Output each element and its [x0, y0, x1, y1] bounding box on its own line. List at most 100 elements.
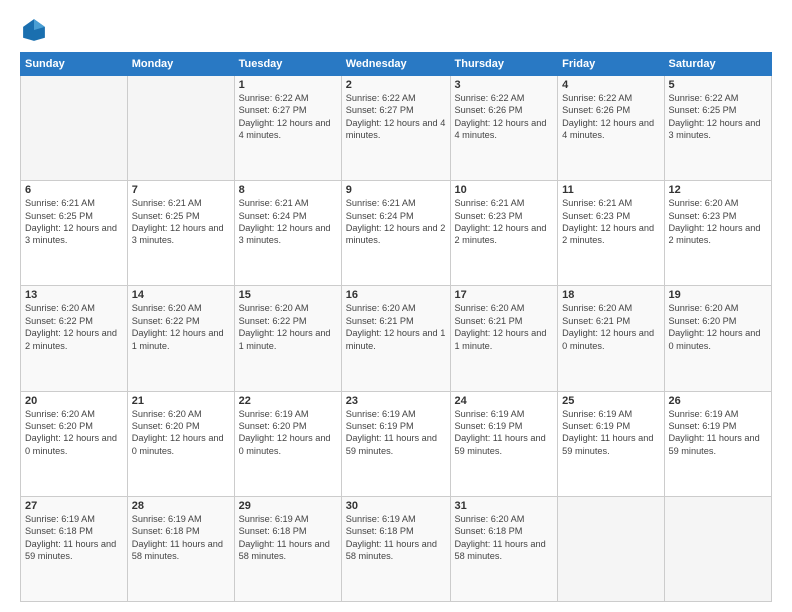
day-cell: 1Sunrise: 6:22 AM Sunset: 6:27 PM Daylig… [234, 76, 341, 181]
day-cell: 30Sunrise: 6:19 AM Sunset: 6:18 PM Dayli… [341, 496, 450, 601]
day-number: 2 [346, 79, 446, 91]
week-row-5: 27 Sunrise: 6:19 AM Sunset: 6:18 PM Dayli… [21, 496, 772, 601]
day-info: Sunrise: 6:21 AM Sunset: 6:24 PM Dayligh… [346, 197, 446, 247]
day-cell: 12Sunrise: 6:20 AM Sunset: 6:23 PM Dayli… [664, 181, 772, 286]
day-info: Sunrise: 6:21 AM Sunset: 6:25 PM Dayligh… [132, 197, 230, 247]
day-info: Sunrise: 6:20 AM Sunset: 6:23 PM Dayligh… [669, 197, 768, 247]
day-number: 12 [669, 184, 768, 196]
day-number: 8 [239, 184, 337, 196]
day-info: Sunrise: 6:22 AM Sunset: 6:25 PM Dayligh… [669, 92, 768, 142]
day-cell: 28Sunrise: 6:19 AM Sunset: 6:18 PM Dayli… [127, 496, 234, 601]
day-number: 5 [669, 79, 768, 91]
page: SundayMondayTuesdayWednesdayThursdayFrid… [0, 0, 792, 612]
day-info: Sunrise: 6:19 AM Sunset: 6:19 PM Dayligh… [669, 408, 768, 458]
day-info: Sunrise: 6:21 AM Sunset: 6:23 PM Dayligh… [455, 197, 554, 247]
day-cell: 23Sunrise: 6:19 AM Sunset: 6:19 PM Dayli… [341, 391, 450, 496]
day-info: Sunrise: 6:20 AM Sunset: 6:22 PM Dayligh… [132, 302, 230, 352]
day-number: 15 [239, 289, 337, 301]
weekday-friday: Friday [558, 53, 664, 76]
day-info: Sunrise: 6:20 AM Sunset: 6:21 PM Dayligh… [562, 302, 659, 352]
day-cell: 2Sunrise: 6:22 AM Sunset: 6:27 PM Daylig… [341, 76, 450, 181]
day-info: Sunrise: 6:20 AM Sunset: 6:22 PM Dayligh… [239, 302, 337, 352]
day-info: Sunrise: 6:21 AM Sunset: 6:23 PM Dayligh… [562, 197, 659, 247]
header [20, 16, 772, 44]
day-info: Sunrise: 6:21 AM Sunset: 6:25 PM Dayligh… [25, 197, 123, 247]
day-cell: 6Sunrise: 6:21 AM Sunset: 6:25 PM Daylig… [21, 181, 128, 286]
week-row-2: 6Sunrise: 6:21 AM Sunset: 6:25 PM Daylig… [21, 181, 772, 286]
day-cell: 22Sunrise: 6:19 AM Sunset: 6:20 PM Dayli… [234, 391, 341, 496]
day-number: 29 [239, 500, 337, 512]
day-cell: 24Sunrise: 6:19 AM Sunset: 6:19 PM Dayli… [450, 391, 558, 496]
day-cell: 8Sunrise: 6:21 AM Sunset: 6:24 PM Daylig… [234, 181, 341, 286]
day-number: 28 [132, 500, 230, 512]
day-number: 25 [562, 395, 659, 407]
day-cell: 13Sunrise: 6:20 AM Sunset: 6:22 PM Dayli… [21, 286, 128, 391]
logo-icon [20, 16, 48, 44]
day-cell: 29Sunrise: 6:19 AM Sunset: 6:18 PM Dayli… [234, 496, 341, 601]
day-cell: 19Sunrise: 6:20 AM Sunset: 6:20 PM Dayli… [664, 286, 772, 391]
day-info: Sunrise: 6:21 AM Sunset: 6:24 PM Dayligh… [239, 197, 337, 247]
weekday-monday: Monday [127, 53, 234, 76]
day-cell: 20Sunrise: 6:20 AM Sunset: 6:20 PM Dayli… [21, 391, 128, 496]
calendar-header: SundayMondayTuesdayWednesdayThursdayFrid… [21, 53, 772, 76]
day-number: 17 [455, 289, 554, 301]
day-info: Sunrise: 6:20 AM Sunset: 6:21 PM Dayligh… [346, 302, 446, 352]
day-info: Sunrise: 6:20 AM Sunset: 6:20 PM Dayligh… [25, 408, 123, 458]
day-cell: 27Sunrise: 6:19 AM Sunset: 6:18 PM Dayli… [21, 496, 128, 601]
day-number: 10 [455, 184, 554, 196]
logo [20, 16, 52, 44]
day-cell: 16Sunrise: 6:20 AM Sunset: 6:21 PM Dayli… [341, 286, 450, 391]
day-info: Sunrise: 6:20 AM Sunset: 6:20 PM Dayligh… [132, 408, 230, 458]
day-cell [664, 496, 772, 601]
day-number: 30 [346, 500, 446, 512]
day-cell: 18Sunrise: 6:20 AM Sunset: 6:21 PM Dayli… [558, 286, 664, 391]
day-number: 9 [346, 184, 446, 196]
day-info: Sunrise: 6:20 AM Sunset: 6:20 PM Dayligh… [669, 302, 768, 352]
day-info: Sunrise: 6:22 AM Sunset: 6:27 PM Dayligh… [239, 92, 337, 142]
weekday-row: SundayMondayTuesdayWednesdayThursdayFrid… [21, 53, 772, 76]
week-row-3: 13Sunrise: 6:20 AM Sunset: 6:22 PM Dayli… [21, 286, 772, 391]
calendar-body: 1Sunrise: 6:22 AM Sunset: 6:27 PM Daylig… [21, 76, 772, 602]
day-number: 20 [25, 395, 123, 407]
day-cell: 11Sunrise: 6:21 AM Sunset: 6:23 PM Dayli… [558, 181, 664, 286]
day-cell: 25Sunrise: 6:19 AM Sunset: 6:19 PM Dayli… [558, 391, 664, 496]
day-info: Sunrise: 6:19 AM Sunset: 6:20 PM Dayligh… [239, 408, 337, 458]
day-cell: 9Sunrise: 6:21 AM Sunset: 6:24 PM Daylig… [341, 181, 450, 286]
day-number: 21 [132, 395, 230, 407]
day-number: 16 [346, 289, 446, 301]
day-number: 26 [669, 395, 768, 407]
day-info: Sunrise: 6:20 AM Sunset: 6:22 PM Dayligh… [25, 302, 123, 352]
day-info: Sunrise: 6:20 AM Sunset: 6:21 PM Dayligh… [455, 302, 554, 352]
weekday-thursday: Thursday [450, 53, 558, 76]
day-number: 4 [562, 79, 659, 91]
week-row-4: 20Sunrise: 6:20 AM Sunset: 6:20 PM Dayli… [21, 391, 772, 496]
day-number: 7 [132, 184, 230, 196]
day-info: Sunrise: 6:22 AM Sunset: 6:27 PM Dayligh… [346, 92, 446, 142]
day-info: Sunrise: 6:19 AM Sunset: 6:19 PM Dayligh… [346, 408, 446, 458]
day-cell: 21Sunrise: 6:20 AM Sunset: 6:20 PM Dayli… [127, 391, 234, 496]
day-cell: 10Sunrise: 6:21 AM Sunset: 6:23 PM Dayli… [450, 181, 558, 286]
day-info: Sunrise: 6:19 AM Sunset: 6:18 PM Dayligh… [239, 513, 337, 563]
day-number: 6 [25, 184, 123, 196]
day-number: 27 [25, 500, 123, 512]
day-number: 23 [346, 395, 446, 407]
day-info: Sunrise: 6:19 AM Sunset: 6:19 PM Dayligh… [455, 408, 554, 458]
day-number: 1 [239, 79, 337, 91]
day-number: 13 [25, 289, 123, 301]
day-number: 19 [669, 289, 768, 301]
day-cell [558, 496, 664, 601]
weekday-wednesday: Wednesday [341, 53, 450, 76]
day-number: 22 [239, 395, 337, 407]
weekday-tuesday: Tuesday [234, 53, 341, 76]
day-cell: 26Sunrise: 6:19 AM Sunset: 6:19 PM Dayli… [664, 391, 772, 496]
day-cell: 17Sunrise: 6:20 AM Sunset: 6:21 PM Dayli… [450, 286, 558, 391]
day-number: 11 [562, 184, 659, 196]
day-info: Sunrise: 6:19 AM Sunset: 6:18 PM Dayligh… [346, 513, 446, 563]
calendar: SundayMondayTuesdayWednesdayThursdayFrid… [20, 52, 772, 602]
week-row-1: 1Sunrise: 6:22 AM Sunset: 6:27 PM Daylig… [21, 76, 772, 181]
day-info: Sunrise: 6:19 AM Sunset: 6:18 PM Dayligh… [132, 513, 230, 563]
day-info: Sunrise: 6:19 AM Sunset: 6:19 PM Dayligh… [562, 408, 659, 458]
day-number: 3 [455, 79, 554, 91]
day-cell: 31Sunrise: 6:20 AM Sunset: 6:18 PM Dayli… [450, 496, 558, 601]
day-info: Sunrise: 6:22 AM Sunset: 6:26 PM Dayligh… [455, 92, 554, 142]
